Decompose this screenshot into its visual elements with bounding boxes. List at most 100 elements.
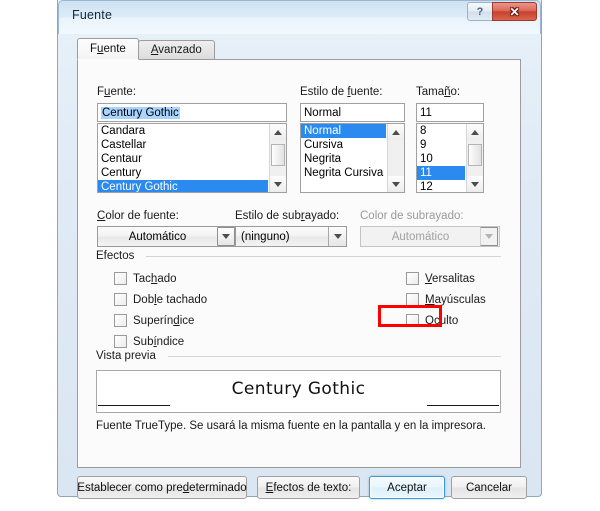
cancel-button[interactable]: Cancelar [451, 476, 527, 499]
underline-style-value: (ninguno) [241, 230, 290, 243]
font-size-listbox[interactable]: 8 9 10 11 12 [416, 123, 484, 193]
tab-avanzado[interactable]: Avanzado [137, 40, 215, 60]
checkbox-icon[interactable] [114, 314, 127, 327]
list-item[interactable]: Cursiva [301, 138, 386, 152]
checkbox-mayusculas-label: Mayúsculas [425, 293, 486, 306]
screenshot-root: Fuente ? ✕ Fuente Avanzado Fuente: Centu… [0, 0, 600, 511]
font-size-input[interactable]: 11 [416, 103, 484, 122]
checkbox-tachado-label: Tachado [133, 272, 177, 285]
checkbox-mayusculas[interactable]: Mayúsculas [406, 293, 486, 306]
set-as-default-button[interactable]: Establecer como predeterminado [77, 476, 247, 499]
font-color-dropdown[interactable]: Automático [97, 226, 237, 247]
checkbox-oculto[interactable]: Oculto [406, 314, 458, 327]
list-item-selected[interactable]: Normal [301, 124, 386, 138]
checkbox-versalitas-label: Versalitas [425, 272, 475, 285]
help-icon-button[interactable]: ? [467, 2, 493, 21]
font-style-input[interactable]: Normal [300, 103, 405, 122]
tab-avanzado-label: Avanzado [150, 44, 202, 56]
checkbox-icon[interactable] [114, 335, 127, 348]
scroll-up-icon[interactable] [270, 124, 286, 140]
underline-style-label: Estilo de subrayado: [235, 210, 340, 222]
font-tab-panel: Fuente: Century Gothic Candara Castellar… [77, 59, 521, 468]
list-item[interactable]: Century [98, 166, 268, 180]
scrollbar-thumb[interactable] [468, 144, 482, 166]
scrollbar-thumb[interactable] [271, 144, 285, 166]
scroll-up-icon[interactable] [388, 124, 404, 140]
underline-color-value: Automático [391, 230, 450, 243]
tab-strip: Fuente Avanzado [77, 38, 215, 60]
title-bar: Fuente ? ✕ [58, 0, 541, 34]
list-item-selected[interactable]: 11 [417, 166, 465, 180]
scroll-down-icon[interactable] [467, 176, 483, 192]
checkbox-versalitas[interactable]: Versalitas [406, 272, 475, 285]
close-icon: ✕ [509, 4, 520, 19]
checkbox-icon[interactable] [406, 314, 419, 327]
checkbox-doble-tachado[interactable]: Doble tachado [114, 293, 207, 306]
checkbox-doble-tachado-label: Doble tachado [133, 293, 208, 306]
list-item[interactable]: 9 [417, 138, 465, 152]
font-list-scrollbar[interactable] [269, 124, 286, 192]
checkbox-icon[interactable] [406, 293, 419, 306]
font-size-list: 8 9 10 11 12 [417, 124, 465, 192]
list-item[interactable]: 8 [417, 124, 465, 138]
font-style-scrollbar[interactable] [387, 124, 404, 192]
preview-group-divider [168, 356, 501, 357]
font-size-scrollbar[interactable] [466, 124, 483, 192]
dialog-title: Fuente [72, 8, 113, 22]
font-preview-box: Century Gothic [96, 370, 501, 413]
preview-rule-right [427, 405, 499, 406]
list-item-selected[interactable]: Century Gothic [98, 180, 268, 192]
font-name-input[interactable]: Century Gothic [97, 103, 287, 122]
tab-fuente[interactable]: Fuente [77, 38, 139, 60]
text-effects-label: Efectos de texto: [265, 481, 352, 494]
chevron-down-icon[interactable] [217, 227, 235, 246]
set-as-default-label: Establecer como predeterminado [77, 481, 247, 494]
font-style-input-value: Normal [304, 106, 342, 119]
list-item[interactable]: Candara [98, 124, 268, 138]
font-size-input-value: 11 [420, 106, 432, 119]
list-item[interactable]: Castellar [98, 138, 268, 152]
window-buttons: ? ✕ [467, 2, 537, 21]
font-dialog: Fuente ? ✕ Fuente Avanzado Fuente: Centu… [57, 0, 542, 499]
font-name-listbox[interactable]: Candara Castellar Centaur Century Centur… [97, 123, 287, 193]
chevron-down-icon[interactable] [328, 227, 346, 246]
scroll-down-icon[interactable] [388, 176, 404, 192]
checkbox-superindice[interactable]: Superíndice [114, 314, 194, 327]
font-name-list: Candara Castellar Centaur Century [98, 124, 268, 180]
underline-style-dropdown[interactable]: (ninguno) [235, 226, 347, 247]
list-item[interactable]: 12 [417, 180, 465, 192]
font-size-label: Tamaño: [416, 86, 461, 98]
list-item[interactable]: Centaur [98, 152, 268, 166]
scroll-down-icon[interactable] [270, 176, 286, 192]
cancel-label: Cancelar [465, 481, 513, 494]
checkbox-icon[interactable] [114, 272, 127, 285]
effects-group-label: Efectos [96, 250, 139, 262]
checkbox-oculto-label: Oculto [425, 314, 459, 327]
close-button[interactable]: ✕ [492, 2, 537, 21]
scroll-up-icon[interactable] [467, 124, 483, 140]
chevron-down-icon [480, 227, 498, 246]
preview-rule-left [98, 405, 170, 406]
checkbox-icon[interactable] [406, 272, 419, 285]
checkbox-superindice-label: Superíndice [133, 314, 195, 327]
accept-button[interactable]: Aceptar [369, 476, 445, 499]
tab-fuente-label: Fuente [90, 43, 126, 55]
list-item[interactable]: Negrita [301, 152, 386, 166]
list-item[interactable]: Negrita Cursiva [301, 166, 386, 180]
font-color-label: Color de fuente: [97, 210, 179, 222]
font-style-listbox[interactable]: Normal Cursiva Negrita Negrita Cursiva [300, 123, 405, 193]
checkbox-subindice[interactable]: Subíndice [114, 335, 184, 348]
text-effects-button[interactable]: Efectos de texto: [257, 476, 360, 499]
underline-color-label: Color de subrayado: [360, 210, 464, 222]
font-style-label: Estilo de fuente: [300, 86, 383, 98]
font-style-list: Normal Cursiva Negrita Negrita Cursiva [301, 124, 386, 180]
list-item[interactable]: 10 [417, 152, 465, 166]
effects-group-divider [146, 256, 501, 257]
font-preview-note: Fuente TrueType. Se usará la misma fuent… [96, 420, 486, 432]
checkbox-icon[interactable] [114, 293, 127, 306]
font-preview-text: Century Gothic [231, 379, 366, 399]
checkbox-subindice-label: Subíndice [133, 335, 185, 348]
accept-label: Aceptar [387, 481, 427, 494]
font-color-value: Automático [128, 230, 187, 243]
checkbox-tachado[interactable]: Tachado [114, 272, 177, 285]
